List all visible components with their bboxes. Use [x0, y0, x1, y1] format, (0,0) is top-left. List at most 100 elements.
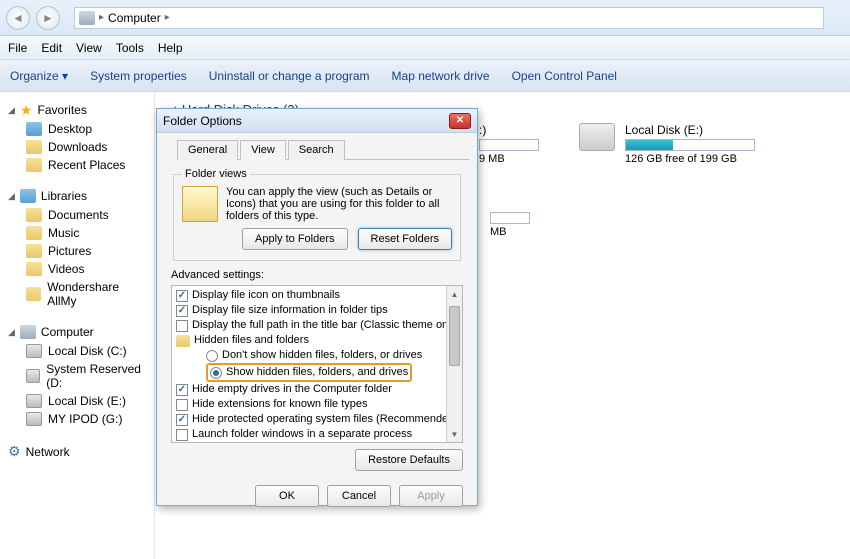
- adv-setting-label: Launch folder windows in a separate proc…: [192, 427, 412, 442]
- menu-bar: File Edit View Tools Help: [0, 36, 850, 60]
- desktop-icon: [26, 122, 42, 136]
- navigation-pane: ◢ ★ Favorites Desktop Downloads Recent P…: [0, 92, 155, 559]
- tab-search[interactable]: Search: [288, 140, 345, 160]
- forward-button[interactable]: ►: [36, 6, 60, 30]
- checkbox-icon[interactable]: [176, 305, 188, 317]
- restore-defaults-button[interactable]: Restore Defaults: [355, 449, 463, 471]
- collapse-icon: ◢: [8, 191, 15, 202]
- back-button[interactable]: ◄: [6, 6, 30, 30]
- drive-usage-bar: [625, 139, 755, 151]
- adv-setting-row[interactable]: Display file icon on thumbnails: [176, 288, 458, 303]
- folder-icon: [26, 226, 42, 240]
- sidebar-item-music[interactable]: Music: [4, 224, 150, 242]
- adv-setting-row[interactable]: Hide empty drives in the Computer folder: [176, 382, 458, 397]
- folder-options-dialog: Folder Options ✕ General View Search Fol…: [156, 108, 478, 506]
- sidebar-favorites-header[interactable]: ◢ ★ Favorites: [4, 100, 150, 120]
- drive-icon: [26, 344, 42, 358]
- menu-edit[interactable]: Edit: [41, 41, 62, 55]
- system-properties-button[interactable]: System properties: [90, 69, 187, 83]
- close-icon: ✕: [456, 115, 464, 126]
- adv-setting-row[interactable]: Hide protected operating system files (R…: [176, 412, 458, 427]
- checkbox-icon[interactable]: [176, 429, 188, 441]
- tab-general[interactable]: General: [177, 140, 238, 160]
- checkbox-icon[interactable]: [176, 320, 188, 332]
- sidebar-item-recent[interactable]: Recent Places: [4, 156, 150, 174]
- adv-setting-row[interactable]: Restore previous folder windows at logon: [176, 442, 458, 443]
- menu-view[interactable]: View: [76, 41, 102, 55]
- drive-icon: [26, 394, 42, 408]
- menu-help[interactable]: Help: [158, 41, 183, 55]
- adv-setting-row[interactable]: Don't show hidden files, folders, or dri…: [176, 348, 458, 363]
- checkbox-icon[interactable]: [176, 414, 188, 426]
- adv-setting-row[interactable]: Display file size information in folder …: [176, 303, 458, 318]
- drive-partial[interactable]: :) 9 MB: [479, 123, 539, 165]
- cancel-button[interactable]: Cancel: [327, 485, 391, 507]
- dialog-body: Folder views You can apply the view (suc…: [157, 160, 477, 477]
- drive-partial-2[interactable]: MB: [490, 210, 530, 238]
- sidebar-item-drive-e[interactable]: Local Disk (E:): [4, 392, 150, 410]
- dialog-title: Folder Options: [163, 114, 242, 128]
- folder-views-legend: Folder views: [182, 168, 250, 180]
- sidebar-item-drive-g[interactable]: MY IPOD (G:): [4, 410, 150, 428]
- adv-setting-label: Hide extensions for known file types: [192, 397, 367, 412]
- collapse-icon: ◢: [8, 327, 15, 338]
- radio-icon[interactable]: [210, 367, 222, 379]
- scroll-thumb[interactable]: [449, 306, 460, 366]
- sidebar-item-downloads[interactable]: Downloads: [4, 138, 150, 156]
- sidebar-favorites-label: Favorites: [37, 103, 86, 117]
- checkbox-icon[interactable]: [176, 399, 188, 411]
- drive-icon: [26, 412, 42, 426]
- uninstall-button[interactable]: Uninstall or change a program: [209, 69, 370, 83]
- sidebar-libraries-label: Libraries: [41, 189, 87, 203]
- drive-usage-bar: [490, 212, 530, 224]
- adv-setting-row[interactable]: Display the full path in the title bar (…: [176, 318, 458, 333]
- adv-setting-row[interactable]: Launch folder windows in a separate proc…: [176, 427, 458, 442]
- close-button[interactable]: ✕: [449, 113, 471, 129]
- drive-e[interactable]: Local Disk (E:) 126 GB free of 199 GB: [579, 123, 755, 165]
- dialog-titlebar[interactable]: Folder Options ✕: [157, 109, 477, 133]
- adv-setting-label: Hide empty drives in the Computer folder: [192, 382, 392, 397]
- checkbox-icon[interactable]: [176, 290, 188, 302]
- breadcrumb-sep-icon: ▸: [165, 12, 170, 23]
- reset-folders-button[interactable]: Reset Folders: [358, 228, 452, 250]
- menu-tools[interactable]: Tools: [116, 41, 144, 55]
- scrollbar[interactable]: ▲ ▼: [446, 286, 462, 442]
- sidebar-network-header[interactable]: ⚙ Network: [4, 440, 150, 463]
- control-panel-button[interactable]: Open Control Panel: [512, 69, 617, 83]
- drive-icon: [26, 369, 40, 383]
- folder-icon: [26, 140, 42, 154]
- sidebar-item-desktop[interactable]: Desktop: [4, 120, 150, 138]
- checkbox-icon[interactable]: [176, 384, 188, 396]
- computer-icon: [79, 11, 95, 25]
- adv-setting-row[interactable]: Show hidden files, folders, and drives: [176, 363, 458, 382]
- adv-setting-row[interactable]: Hidden files and folders: [176, 333, 458, 348]
- sidebar-item-drive-c[interactable]: Local Disk (C:): [4, 342, 150, 360]
- scroll-down-icon[interactable]: ▼: [447, 426, 462, 442]
- breadcrumb-item[interactable]: Computer: [108, 11, 161, 25]
- apply-button[interactable]: Apply: [399, 485, 463, 507]
- sidebar-item-wondershare[interactable]: Wondershare AllMy: [4, 278, 150, 310]
- adv-setting-label: Display file icon on thumbnails: [192, 288, 340, 303]
- sidebar-item-pictures[interactable]: Pictures: [4, 242, 150, 260]
- tab-view[interactable]: View: [240, 140, 286, 160]
- network-icon: ⚙: [8, 443, 21, 460]
- sidebar-computer-header[interactable]: ◢ Computer: [4, 322, 150, 342]
- organize-button[interactable]: Organize ▾: [10, 69, 68, 83]
- sidebar-item-videos[interactable]: Videos: [4, 260, 150, 278]
- address-bar[interactable]: ▸ Computer ▸: [74, 7, 824, 29]
- drive-info-partial-2: MB: [490, 226, 530, 238]
- menu-file[interactable]: File: [8, 41, 27, 55]
- map-drive-button[interactable]: Map network drive: [392, 69, 490, 83]
- scroll-up-icon[interactable]: ▲: [447, 286, 462, 302]
- ok-button[interactable]: OK: [255, 485, 319, 507]
- adv-setting-label: Hide protected operating system files (R…: [192, 412, 458, 427]
- dialog-tabs: General View Search: [177, 139, 469, 160]
- adv-setting-row[interactable]: Hide extensions for known file types: [176, 397, 458, 412]
- sidebar-item-drive-d[interactable]: System Reserved (D:: [4, 360, 150, 392]
- sidebar-libraries-header[interactable]: ◢ Libraries: [4, 186, 150, 206]
- breadcrumb-sep-icon: ▸: [99, 12, 104, 23]
- radio-icon[interactable]: [206, 350, 218, 362]
- apply-to-folders-button[interactable]: Apply to Folders: [242, 228, 347, 250]
- sidebar-item-documents[interactable]: Documents: [4, 206, 150, 224]
- folder-views-icon: [182, 186, 218, 222]
